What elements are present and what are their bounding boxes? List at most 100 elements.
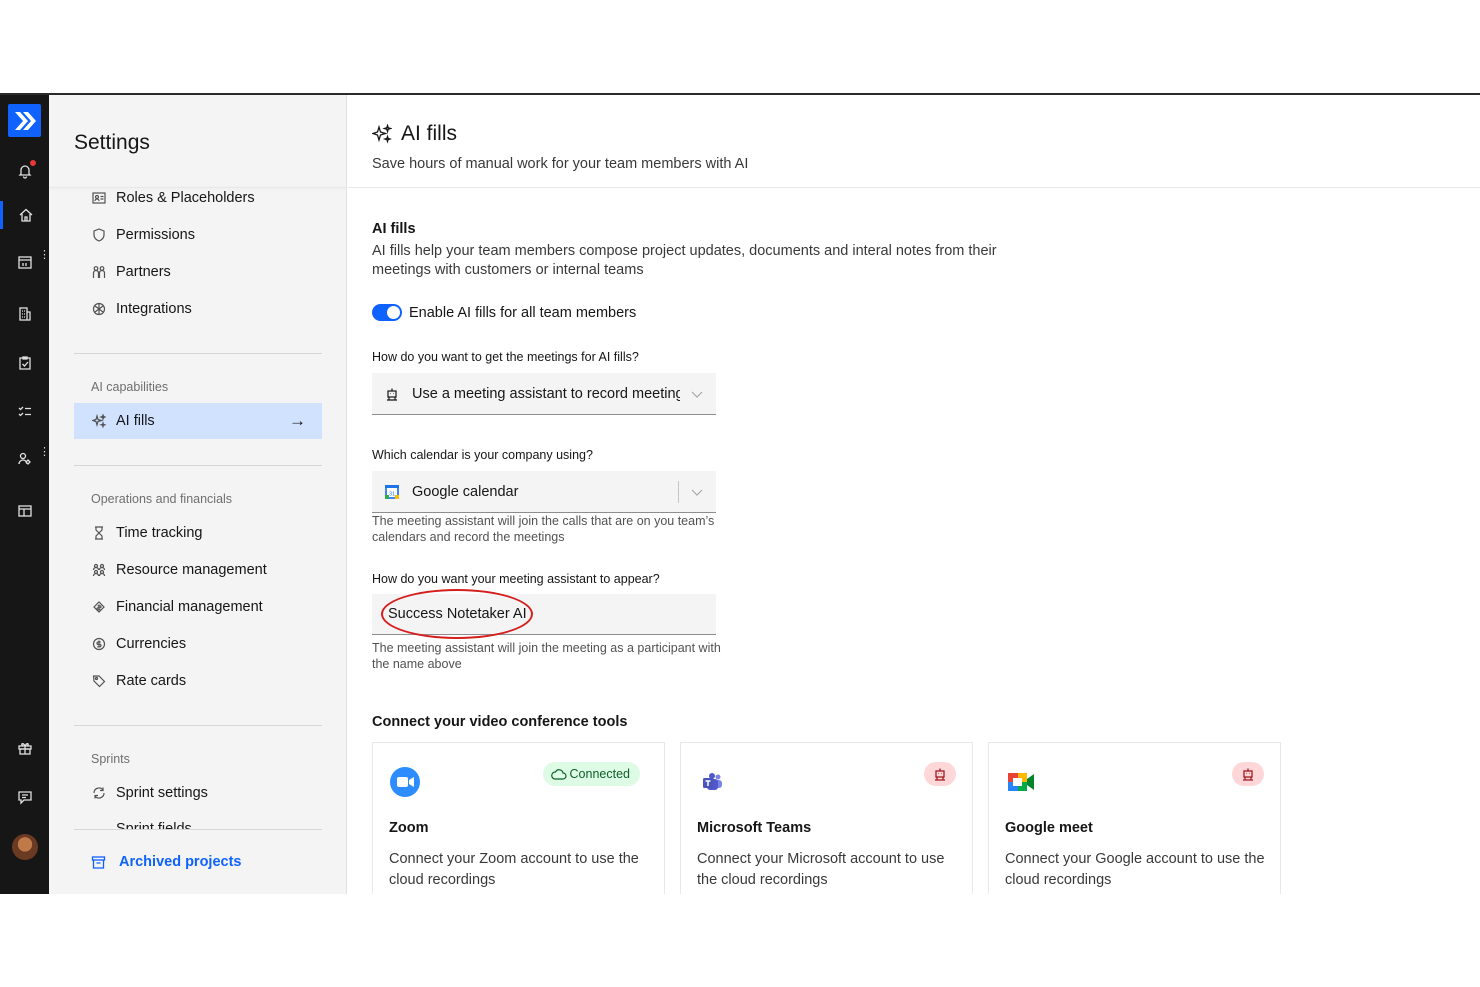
section-description: AI fills help your team members compose … [372, 243, 997, 278]
sidebar-item-time-tracking[interactable]: Time tracking [74, 515, 322, 551]
calendar-label: Which calendar is your company using? [372, 448, 593, 462]
sidebar-item-label: Permissions [116, 227, 195, 243]
id-badge-icon [91, 191, 106, 206]
connected-badge: Connected [542, 762, 640, 786]
tools-section-title: Connect your video conference tools [372, 714, 628, 730]
sidebar-item-label: Rate cards [116, 673, 187, 689]
page-header: AI fills Save hours of manual work for y… [348, 95, 1480, 188]
tool-description: Connect your Google account to use the c… [1005, 851, 1265, 888]
sidebar-item-label: Sprint settings [116, 785, 208, 801]
sidebar-item-label: Currencies [116, 636, 187, 652]
tool-description: Connect your Microsoft account to use th… [697, 851, 945, 888]
archived-projects-link[interactable]: Archived projects [74, 847, 322, 877]
sidebar-item-roles[interactable]: Roles & Placeholders [74, 180, 322, 216]
app-logo[interactable] [8, 104, 41, 137]
sprint-icon [91, 786, 106, 801]
enable-ai-fills-toggle[interactable] [372, 304, 402, 321]
sidebar-item-rate-cards[interactable]: Rate cards [74, 663, 322, 699]
sidebar-item-partners[interactable]: Partners [74, 254, 322, 290]
tool-name: Google meet [1005, 820, 1093, 836]
people-icon [91, 563, 106, 578]
user-roles-more-icon[interactable]: ⋮ [39, 447, 50, 458]
microsoft-teams-icon [697, 766, 729, 798]
meetings-source-value: Use a meeting assistant to record meetin… [412, 385, 680, 402]
task-list-icon[interactable] [0, 398, 49, 426]
sidebar-item-label: Roles & Placeholders [116, 190, 255, 206]
archived-projects-label: Archived projects [119, 854, 242, 870]
google-meet-card[interactable]: Google meet Connect your Google account … [988, 742, 1281, 894]
icon-rail: ⋮ ⋮ [0, 95, 50, 894]
partners-icon [91, 265, 106, 280]
assistant-name-label: How do you want your meeting assistant t… [372, 572, 660, 586]
sparkle-icon [372, 124, 392, 144]
zoom-card[interactable]: Connected Zoom Connect your Zoom account… [372, 742, 665, 894]
hourglass-icon [91, 526, 106, 541]
sidebar-item-sprint-fields[interactable]: Sprint fields [116, 821, 192, 829]
section-label-ai: AI capabilities [91, 380, 169, 394]
notifications-icon[interactable] [0, 157, 49, 185]
sidebar-item-label: AI fills [116, 413, 155, 429]
robot-status-badge [924, 762, 956, 786]
calendar-select[interactable]: 31 Google calendar [372, 471, 716, 513]
sidebar-item-label: Time tracking [116, 525, 203, 541]
page-title: AI fills [372, 122, 457, 146]
section-label-operations: Operations and financials [91, 492, 233, 506]
sidebar-item-resource-management[interactable]: Resource management [74, 552, 322, 588]
sidebar-divider [74, 829, 322, 830]
sidebar-item-financial-management[interactable]: Financial management [74, 589, 322, 625]
google-meet-icon [1005, 766, 1037, 798]
robot-icon [935, 768, 945, 781]
shield-icon [91, 228, 106, 243]
sidebar-item-integrations[interactable]: Integrations [74, 291, 322, 327]
section-title: AI fills [372, 221, 416, 237]
tool-name: Zoom [389, 820, 429, 836]
notification-dot [29, 159, 37, 167]
settings-sidebar: Settings Roles & Placeholders Permission… [49, 95, 347, 894]
robot-status-badge [1232, 762, 1264, 786]
svg-text:31: 31 [389, 491, 395, 497]
calendar-helper-text: The meeting assistant will join the call… [372, 514, 715, 544]
robot-icon [1243, 768, 1253, 781]
page-subtitle: Save hours of manual work for your team … [372, 156, 749, 172]
toggle-label: Enable AI fills for all team members [409, 304, 637, 321]
calendar-value: Google calendar [412, 483, 519, 500]
chevron-down-icon [690, 485, 704, 499]
assistant-name-input[interactable]: Success Notetaker AI [372, 594, 716, 635]
google-calendar-icon: 31 [384, 484, 400, 500]
connected-badge-label: Connected [569, 767, 630, 781]
user-avatar[interactable] [12, 834, 38, 860]
sidebar-item-currencies[interactable]: Currencies [74, 626, 322, 662]
clipboard-icon[interactable] [0, 349, 49, 377]
page-title-text: AI fills [401, 122, 458, 145]
sidebar-item-ai-fills[interactable]: AI fills → [74, 403, 322, 439]
sidebar-divider [74, 725, 322, 726]
section-label-sprints: Sprints [91, 752, 130, 766]
sidebar-item-label: Partners [116, 264, 171, 280]
building-icon[interactable] [0, 300, 49, 328]
home-icon[interactable] [0, 201, 49, 229]
zoom-icon [389, 766, 421, 798]
template-icon[interactable] [0, 497, 49, 525]
meetings-source-select[interactable]: Use a meeting assistant to record meetin… [372, 373, 716, 415]
app-window: ⋮ ⋮ Settings Roles & Placeholders Permis… [0, 93, 1480, 894]
robot-icon [384, 386, 400, 402]
chat-icon[interactable] [0, 783, 49, 811]
integrations-icon [91, 302, 106, 317]
sidebar-title: Settings [74, 131, 150, 154]
sidebar-item-permissions[interactable]: Permissions [74, 217, 322, 253]
tag-icon [91, 674, 106, 689]
sidebar-item-sprint-settings[interactable]: Sprint settings [74, 775, 322, 811]
calendar-more-icon[interactable]: ⋮ [39, 250, 50, 261]
cloud-icon [550, 769, 567, 780]
microsoft-teams-card[interactable]: Microsoft Teams Connect your Microsoft a… [680, 742, 973, 894]
chevron-down-icon [690, 387, 704, 401]
finance-icon [91, 600, 106, 615]
assistant-name-helper-text: The meeting assistant will join the meet… [372, 641, 721, 671]
meetings-source-label: How do you want to get the meetings for … [372, 350, 639, 364]
sidebar-divider [74, 465, 322, 466]
sparkle-icon [91, 414, 106, 429]
main-content: AI fills Save hours of manual work for y… [348, 95, 1480, 894]
sidebar-divider [74, 353, 322, 354]
gift-icon[interactable] [0, 734, 49, 762]
sidebar-item-label: Resource management [116, 562, 267, 578]
